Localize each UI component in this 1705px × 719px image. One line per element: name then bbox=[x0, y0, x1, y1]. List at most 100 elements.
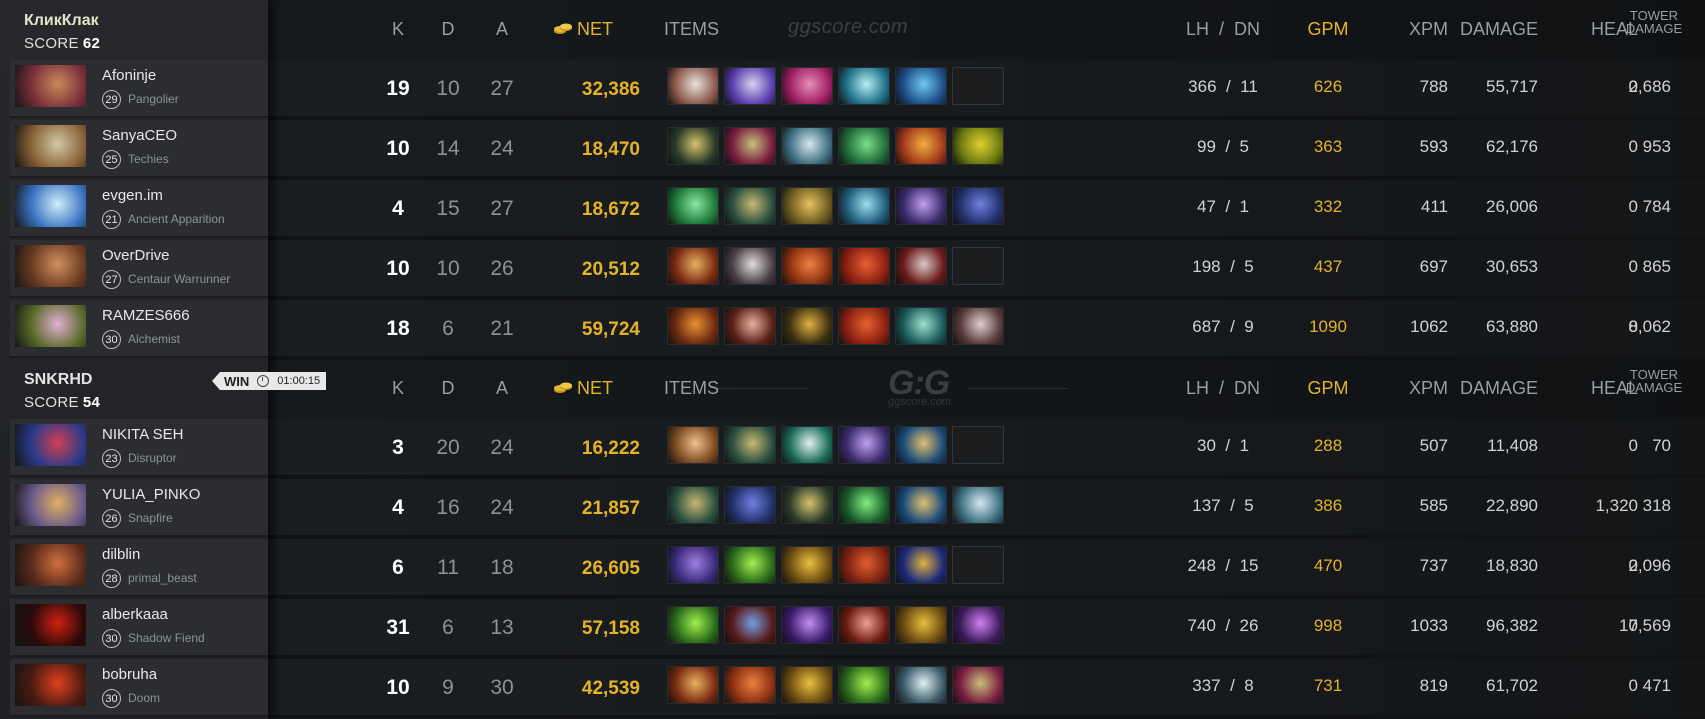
item-icon[interactable] bbox=[724, 426, 776, 464]
item-icon[interactable] bbox=[667, 546, 719, 584]
header-a[interactable]: A bbox=[484, 378, 520, 399]
item-icon[interactable] bbox=[895, 426, 947, 464]
item-icon[interactable] bbox=[724, 187, 776, 225]
item-icon[interactable] bbox=[838, 666, 890, 704]
item-icon[interactable] bbox=[724, 127, 776, 165]
item-icon[interactable] bbox=[952, 606, 1004, 644]
item-icon[interactable] bbox=[667, 127, 719, 165]
item-icon[interactable] bbox=[895, 606, 947, 644]
header-gpm[interactable]: GPM bbox=[1288, 378, 1368, 399]
item-icon[interactable] bbox=[838, 307, 890, 345]
item-icon[interactable] bbox=[895, 486, 947, 524]
item-icon[interactable] bbox=[781, 426, 833, 464]
item-icon[interactable] bbox=[895, 67, 947, 105]
item-icon[interactable] bbox=[838, 426, 890, 464]
header-d[interactable]: D bbox=[430, 378, 466, 399]
item-icon[interactable] bbox=[667, 187, 719, 225]
header-xpm[interactable]: XPM bbox=[1358, 378, 1448, 399]
item-icon[interactable] bbox=[838, 247, 890, 285]
player-card[interactable]: SanyaCEO 25 Techies bbox=[10, 120, 268, 178]
player-card[interactable]: RAMZES666 30 Alchemist bbox=[10, 300, 268, 358]
item-icon[interactable] bbox=[724, 307, 776, 345]
player-card[interactable]: OverDrive 27 Centaur Warrunner bbox=[10, 240, 268, 298]
item-icon[interactable] bbox=[838, 606, 890, 644]
item-icon[interactable] bbox=[952, 666, 1004, 704]
item-icon[interactable] bbox=[895, 187, 947, 225]
item-icon[interactable] bbox=[781, 67, 833, 105]
item-icon[interactable] bbox=[667, 486, 719, 524]
heal-value: 0 bbox=[1628, 436, 1638, 455]
item-icon[interactable] bbox=[781, 546, 833, 584]
player-name[interactable]: YULIA_PINKO bbox=[102, 486, 200, 503]
item-icon[interactable] bbox=[895, 127, 947, 165]
item-icon[interactable] bbox=[895, 546, 947, 584]
player-name[interactable]: OverDrive bbox=[102, 247, 170, 264]
header-lh-dn[interactable]: LH / DN bbox=[1138, 378, 1308, 399]
player-card[interactable]: Afoninje 29 Pangolier bbox=[10, 60, 268, 118]
header-d[interactable]: D bbox=[430, 19, 466, 40]
item-icon[interactable] bbox=[667, 247, 719, 285]
item-icon[interactable] bbox=[838, 67, 890, 105]
item-icon[interactable] bbox=[667, 307, 719, 345]
item-icon[interactable] bbox=[838, 546, 890, 584]
item-icon[interactable] bbox=[781, 187, 833, 225]
player-name[interactable]: bobruha bbox=[102, 666, 157, 683]
item-icon[interactable] bbox=[781, 606, 833, 644]
item-icon[interactable] bbox=[781, 307, 833, 345]
player-name[interactable]: NIKITA SEH bbox=[102, 426, 183, 443]
item-icon[interactable] bbox=[895, 247, 947, 285]
header-xpm[interactable]: XPM bbox=[1358, 19, 1448, 40]
tower-damage-value: 2,686 bbox=[1628, 77, 1671, 96]
team-name[interactable]: SNKRHD bbox=[24, 371, 92, 389]
item-icon[interactable] bbox=[838, 127, 890, 165]
damage-value: 62,176 bbox=[1486, 137, 1538, 156]
item-icon[interactable] bbox=[667, 606, 719, 644]
item-icon[interactable] bbox=[724, 486, 776, 524]
item-icon[interactable] bbox=[724, 546, 776, 584]
item-icon[interactable] bbox=[667, 426, 719, 464]
player-card[interactable]: YULIA_PINKO 26 Snapfire bbox=[10, 479, 268, 537]
player-name[interactable]: Afoninje bbox=[102, 67, 156, 84]
item-icon[interactable] bbox=[952, 486, 1004, 524]
header-net[interactable]: NET bbox=[538, 378, 628, 399]
item-icon[interactable] bbox=[895, 666, 947, 704]
player-card[interactable]: alberkaaa 30 Shadow Fiend bbox=[10, 599, 268, 657]
header-k[interactable]: K bbox=[380, 378, 416, 399]
player-name[interactable]: alberkaaa bbox=[102, 606, 168, 623]
team-name[interactable]: КликКлак bbox=[24, 12, 99, 30]
item-icon[interactable] bbox=[838, 486, 890, 524]
header-a[interactable]: A bbox=[484, 19, 520, 40]
header-damage[interactable]: DAMAGE bbox=[1448, 19, 1538, 40]
item-icon[interactable] bbox=[781, 486, 833, 524]
player-card[interactable]: NIKITA SEH 23 Disruptor bbox=[10, 419, 268, 477]
player-card[interactable]: dilblin 28 primal_beast bbox=[10, 539, 268, 597]
player-name[interactable]: evgen.im bbox=[102, 187, 163, 204]
item-icon[interactable] bbox=[895, 307, 947, 345]
player-card[interactable]: bobruha 30 Doom bbox=[10, 659, 268, 717]
item-icon[interactable] bbox=[952, 187, 1004, 225]
item-icon[interactable] bbox=[781, 127, 833, 165]
item-icon[interactable] bbox=[838, 187, 890, 225]
item-icon[interactable] bbox=[724, 606, 776, 644]
item-icon[interactable] bbox=[781, 666, 833, 704]
player-card[interactable]: evgen.im 21 Ancient Apparition bbox=[10, 180, 268, 238]
player-name[interactable]: dilblin bbox=[102, 546, 140, 563]
item-icon[interactable] bbox=[667, 67, 719, 105]
item-icon[interactable] bbox=[781, 247, 833, 285]
deaths-value: 6 bbox=[442, 317, 454, 340]
item-icon[interactable] bbox=[952, 127, 1004, 165]
player-name[interactable]: RAMZES666 bbox=[102, 307, 190, 324]
header-gpm[interactable]: GPM bbox=[1288, 19, 1368, 40]
header-tower-damage[interactable]: TOWER DAMAGE bbox=[1608, 9, 1700, 35]
header-lh-dn[interactable]: LH / DN bbox=[1138, 19, 1308, 40]
header-k[interactable]: K bbox=[380, 19, 416, 40]
item-icon[interactable] bbox=[724, 666, 776, 704]
header-tower-damage[interactable]: TOWER DAMAGE bbox=[1608, 368, 1700, 394]
item-icon[interactable] bbox=[724, 247, 776, 285]
item-icon[interactable] bbox=[724, 67, 776, 105]
item-icon[interactable] bbox=[952, 307, 1004, 345]
header-net[interactable]: NET bbox=[538, 19, 628, 40]
header-damage[interactable]: DAMAGE bbox=[1448, 378, 1538, 399]
player-name[interactable]: SanyaCEO bbox=[102, 127, 177, 144]
item-icon[interactable] bbox=[667, 666, 719, 704]
